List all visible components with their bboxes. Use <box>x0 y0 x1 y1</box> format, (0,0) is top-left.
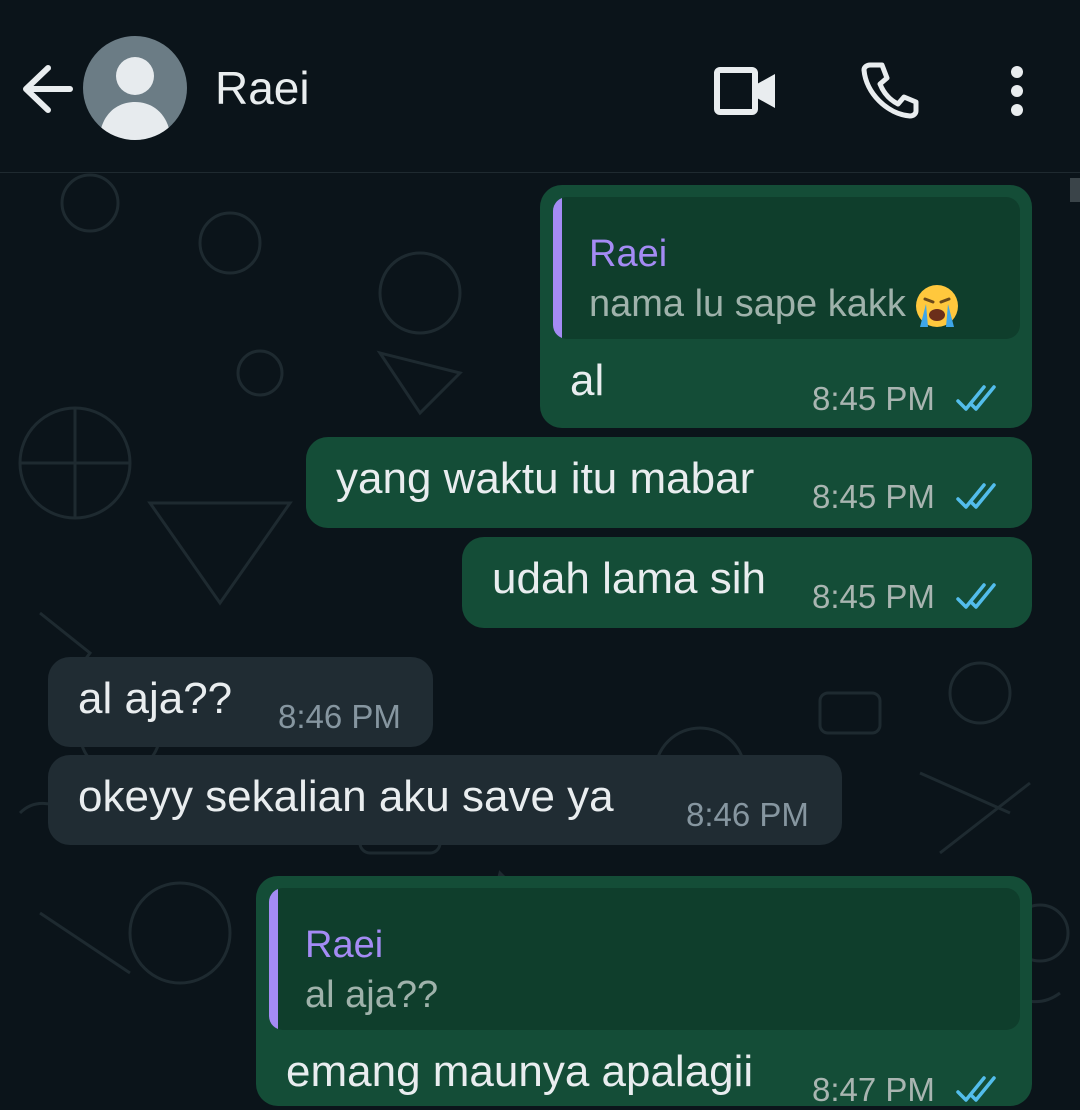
chat-header: Raei <box>0 0 1080 173</box>
avatar[interactable] <box>83 36 187 140</box>
message-text: okeyy sekalian aku save ya <box>78 772 614 821</box>
quoted-reply[interactable]: Raei nama lu sape kakk <box>553 197 1020 339</box>
reply-text: nama lu sape kakk <box>589 283 906 325</box>
message-bubble-outgoing[interactable]: Raei nama lu sape kakk al 8:45 PM <box>540 185 1032 428</box>
message-time: 8:46 PM <box>686 796 809 833</box>
message-bubble-outgoing[interactable]: udah lama sih 8:45 PM <box>462 537 1032 628</box>
message-time: 8:45 PM <box>812 380 935 417</box>
reply-author: Raei <box>305 924 384 966</box>
vertical-dots-icon[interactable] <box>1006 64 1028 118</box>
read-ticks-icon <box>956 1076 996 1102</box>
message-text: udah lama sih <box>492 554 766 603</box>
loudly-crying-face-icon <box>915 284 958 327</box>
message-text: yang waktu itu mabar <box>336 454 755 503</box>
message-text: emang maunya apalagii <box>286 1047 754 1096</box>
default-avatar-icon <box>99 57 171 140</box>
reply-text-row: nama lu sape kakk <box>589 281 960 329</box>
reply-text: al aja?? <box>305 974 439 1016</box>
read-ticks-icon <box>956 483 996 509</box>
read-ticks-icon <box>956 583 996 609</box>
message-bubble-incoming[interactable]: okeyy sekalian aku save ya 8:46 PM <box>48 755 842 845</box>
message-text: al aja?? <box>78 674 233 723</box>
scrollbar-thumb[interactable] <box>1070 178 1080 202</box>
video-camera-icon[interactable] <box>713 66 777 118</box>
message-time: 8:45 PM <box>812 478 935 515</box>
contact-name[interactable]: Raei <box>215 60 310 116</box>
message-bubble-incoming[interactable]: al aja?? 8:46 PM <box>48 657 433 747</box>
message-time: 8:47 PM <box>812 1071 935 1108</box>
quoted-reply[interactable]: Raei al aja?? <box>269 888 1020 1030</box>
reply-accent-bar <box>269 888 278 1030</box>
message-time: 8:46 PM <box>278 698 401 735</box>
read-ticks-icon <box>956 385 996 411</box>
reply-accent-bar <box>553 197 562 339</box>
message-bubble-outgoing[interactable]: yang waktu itu mabar 8:45 PM <box>306 437 1032 528</box>
reply-author: Raei <box>589 233 668 275</box>
phone-icon[interactable] <box>860 60 920 120</box>
arrow-left-icon[interactable] <box>20 60 74 118</box>
message-bubble-outgoing[interactable]: Raei al aja?? emang maunya apalagii 8:47… <box>256 876 1032 1108</box>
message-text: al <box>570 356 605 405</box>
message-time: 8:45 PM <box>812 578 935 615</box>
